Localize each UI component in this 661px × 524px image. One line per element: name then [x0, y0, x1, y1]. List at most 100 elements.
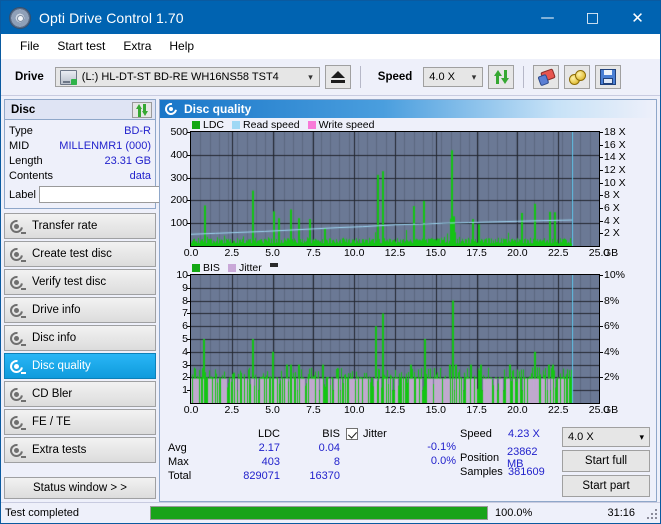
y2-tick-label: 14 X: [604, 151, 626, 163]
disc-icon: [10, 219, 25, 234]
application-window: Opti Drive Control 1.70 — □ ✕ File Start…: [0, 0, 661, 524]
refresh-button[interactable]: [488, 65, 514, 89]
legend-ldc: LDC: [192, 119, 224, 131]
y2-tick-label: 6%: [604, 320, 619, 332]
menu-bar: File Start test Extra Help: [1, 34, 660, 59]
gold-discs-icon: [569, 70, 585, 84]
x-tick-label: 10.0: [344, 404, 364, 416]
save-button[interactable]: [595, 65, 621, 89]
y2-tick-label: 4%: [604, 346, 619, 358]
sidebar-item-extra-tests[interactable]: Extra tests: [4, 437, 156, 463]
stats-row-total: Total 829071 16370: [168, 469, 340, 483]
samples-readout-label: Samples: [460, 466, 508, 478]
page-title: Disc quality: [184, 102, 251, 116]
progress-percent: 100.0%: [490, 507, 555, 519]
stats-avg-bis: 0.04: [280, 442, 340, 454]
minimize-button[interactable]: —: [525, 1, 570, 34]
sidebar-item-transfer-rate[interactable]: Transfer rate: [4, 213, 156, 239]
y-tick-label: 200: [170, 194, 188, 206]
start-full-button[interactable]: Start full: [562, 450, 650, 472]
menu-item-file[interactable]: File: [11, 37, 48, 55]
readout-speed: Speed 4.23 X: [460, 427, 556, 441]
status-bar: Test completed 100.0% 31:16: [1, 502, 660, 523]
y2-tick-label: 4 X: [604, 215, 620, 227]
toolbar-separator-1: [360, 66, 361, 88]
bottom-chart-y-axis: 12345678910: [160, 274, 190, 404]
stats-row-avg: Avg 2.17 0.04: [168, 441, 340, 455]
start-part-button[interactable]: Start part: [562, 475, 650, 497]
disc-panel-header: Disc: [5, 100, 155, 120]
disc-key-mid: MID: [9, 140, 29, 152]
x-tick-label: 12.5: [385, 404, 405, 416]
speed-select[interactable]: 4.0 X ▾: [423, 67, 483, 87]
top-chart-plot: [190, 131, 600, 247]
disc-quality-panel: Disc quality LDC Read speed: [159, 99, 657, 502]
y-tick-label: 500: [170, 126, 188, 138]
left-column: Disc Type BD-R MID: [4, 99, 156, 502]
eject-icon: [331, 71, 345, 83]
disc-refresh-button[interactable]: [132, 102, 152, 118]
y2-tick-label: 8%: [604, 295, 619, 307]
nav-list: Transfer rate Create test disc Verify te…: [4, 213, 156, 463]
legend-label: Read speed: [243, 119, 300, 131]
resize-grip-icon[interactable]: [645, 507, 657, 519]
sidebar-label: Drive info: [32, 304, 81, 316]
x-tick-label: 0.0: [184, 247, 199, 259]
legend-label: LDC: [203, 119, 224, 131]
speed-readout-label: Speed: [460, 428, 508, 440]
y-tick-label: 100: [170, 217, 188, 229]
refresh-icon: [136, 104, 148, 116]
disc-icon: [165, 103, 178, 116]
sidebar-item-disc-info[interactable]: Disc info: [4, 325, 156, 351]
erase-button[interactable]: [533, 65, 559, 89]
stats-row-label: Max: [168, 456, 216, 468]
sidebar-item-create-test-disc[interactable]: Create test disc: [4, 241, 156, 267]
samples-readout-value: 381609: [508, 466, 545, 478]
disc-key-type: Type: [9, 125, 33, 137]
tools-button[interactable]: [564, 65, 590, 89]
y2-tick-label: 2 X: [604, 227, 620, 239]
stats-max-bis: 8: [280, 456, 340, 468]
y2-tick-label: 10%: [604, 269, 625, 281]
disc-icon: [10, 275, 25, 290]
chevron-down-icon: ▾: [472, 72, 477, 83]
x-tick-label: 12.5: [385, 247, 405, 259]
status-window-button[interactable]: Status window > >: [4, 477, 156, 499]
menu-item-start-test[interactable]: Start test: [48, 37, 114, 55]
menu-item-help[interactable]: Help: [160, 37, 203, 55]
maximize-button[interactable]: □: [570, 1, 615, 34]
disc-icon: [10, 387, 25, 402]
disc-label-caption: Label: [9, 189, 36, 201]
toolbar: Drive (L:) HL-DT-ST BD-RE WH16NS58 TST4 …: [1, 59, 660, 96]
disc-row-contents: Contents data: [9, 168, 151, 183]
bottom-chart-plot: [190, 274, 600, 404]
progress-fill: [151, 507, 487, 519]
x-tick-label: 5.0: [265, 247, 280, 259]
sidebar-item-cd-bler[interactable]: CD Bler: [4, 381, 156, 407]
x-tick-label: 2.5: [224, 404, 239, 416]
jitter-checkbox[interactable]: [346, 428, 358, 440]
x-tick-label: 7.5: [306, 247, 321, 259]
legend-label: Jitter: [239, 262, 262, 274]
disc-info-rows: Type BD-R MID MILLENMR1 (000) Length 23.…: [5, 120, 155, 208]
x-tick-label: 15.0: [426, 247, 446, 259]
disc-icon: [10, 331, 25, 346]
close-button[interactable]: ✕: [615, 1, 660, 34]
x-tick-label: 5.0: [265, 404, 280, 416]
window-controls: — □ ✕: [525, 1, 660, 34]
stats-row-label: Avg: [168, 442, 216, 454]
eject-button[interactable]: [325, 65, 351, 89]
disc-panel-title: Disc: [8, 104, 35, 116]
sidebar-item-fe-te[interactable]: FE / TE: [4, 409, 156, 435]
x-tick-label: 20.0: [507, 404, 527, 416]
menu-item-extra[interactable]: Extra: [114, 37, 160, 55]
sidebar-item-disc-quality[interactable]: Disc quality: [4, 353, 156, 379]
jitter-label: Jitter: [363, 428, 387, 440]
drive-select[interactable]: (L:) HL-DT-ST BD-RE WH16NS58 TST4 ▾: [55, 67, 320, 87]
sidebar-item-drive-info[interactable]: Drive info: [4, 297, 156, 323]
legend-read-speed: Read speed: [232, 119, 300, 131]
test-speed-select[interactable]: 4.0 X ▾: [562, 427, 650, 447]
sidebar-item-verify-test-disc[interactable]: Verify test disc: [4, 269, 156, 295]
sidebar-label: Disc quality: [32, 360, 91, 372]
floppy-save-icon: [600, 69, 616, 85]
